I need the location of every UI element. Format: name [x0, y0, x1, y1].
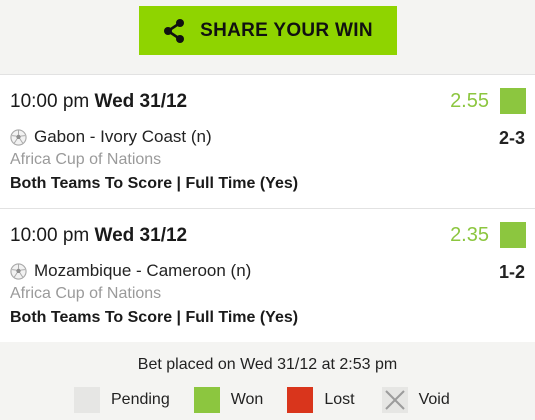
legend-pending: Pending: [74, 387, 194, 413]
kickoff-time: 10:00 pm Wed 31/12: [10, 91, 187, 113]
legend-void: Void: [381, 387, 450, 413]
football-icon: [10, 128, 27, 146]
share-your-win-label: SHARE YOUR WIN: [200, 19, 373, 41]
final-score: 2-3: [498, 128, 525, 148]
match-teams: Gabon - Ivory Coast (n): [34, 127, 212, 146]
market-selection: Both Teams To Score | Full Time (Yes): [10, 309, 299, 326]
legend-label: Lost: [324, 391, 355, 408]
odds-value: 2.55: [450, 90, 489, 112]
kickoff-date: Wed 31/12: [94, 91, 188, 112]
status-legend: Pending Won Lost Void: [74, 387, 450, 413]
share-your-win-button[interactable]: SHARE YOUR WIN: [138, 6, 397, 55]
match-row: Mozambique - Cameroon (n): [10, 261, 251, 281]
legend-label: Won: [230, 391, 264, 408]
kickoff-hour: 10:00 pm: [10, 91, 90, 112]
league-name: Africa Cup of Nations: [10, 285, 162, 302]
share-bar: SHARE YOUR WIN: [0, 0, 535, 74]
bet-placed-timestamp: Bet placed on Wed 31/12 at 2:53 pm: [137, 356, 398, 373]
final-score: 1-2: [498, 262, 525, 282]
match-teams: Mozambique - Cameroon (n): [34, 261, 252, 280]
bet-footer: Bet placed on Wed 31/12 at 2:53 pm Pendi…: [0, 342, 535, 420]
legend-lost: Lost: [287, 387, 381, 413]
legend-label: Pending: [111, 391, 170, 408]
won-swatch: [193, 387, 220, 413]
won-status-badge: [500, 88, 526, 114]
lost-swatch: [287, 387, 314, 413]
share-icon: [162, 18, 186, 44]
won-status-badge: [500, 222, 526, 248]
football-icon: [10, 262, 27, 280]
legend-won: Won: [193, 387, 288, 413]
kickoff-date: Wed 31/12: [94, 225, 188, 246]
pending-swatch: [74, 387, 100, 413]
market-selection: Both Teams To Score | Full Time (Yes): [10, 175, 299, 192]
bet-selection-1: 10:00 pm Wed 31/12 2.55 Gabon - Ivory Co…: [0, 74, 535, 208]
match-row: Gabon - Ivory Coast (n): [10, 127, 212, 147]
odds-value: 2.35: [450, 224, 489, 246]
kickoff-hour: 10:00 pm: [10, 225, 90, 246]
kickoff-time: 10:00 pm Wed 31/12: [10, 225, 187, 247]
legend-label: Void: [418, 391, 450, 408]
void-cross-icon: [381, 387, 408, 413]
bet-selection-2: 10:00 pm Wed 31/12 2.35 Mozambique - Cam…: [0, 208, 535, 342]
league-name: Africa Cup of Nations: [10, 151, 162, 168]
